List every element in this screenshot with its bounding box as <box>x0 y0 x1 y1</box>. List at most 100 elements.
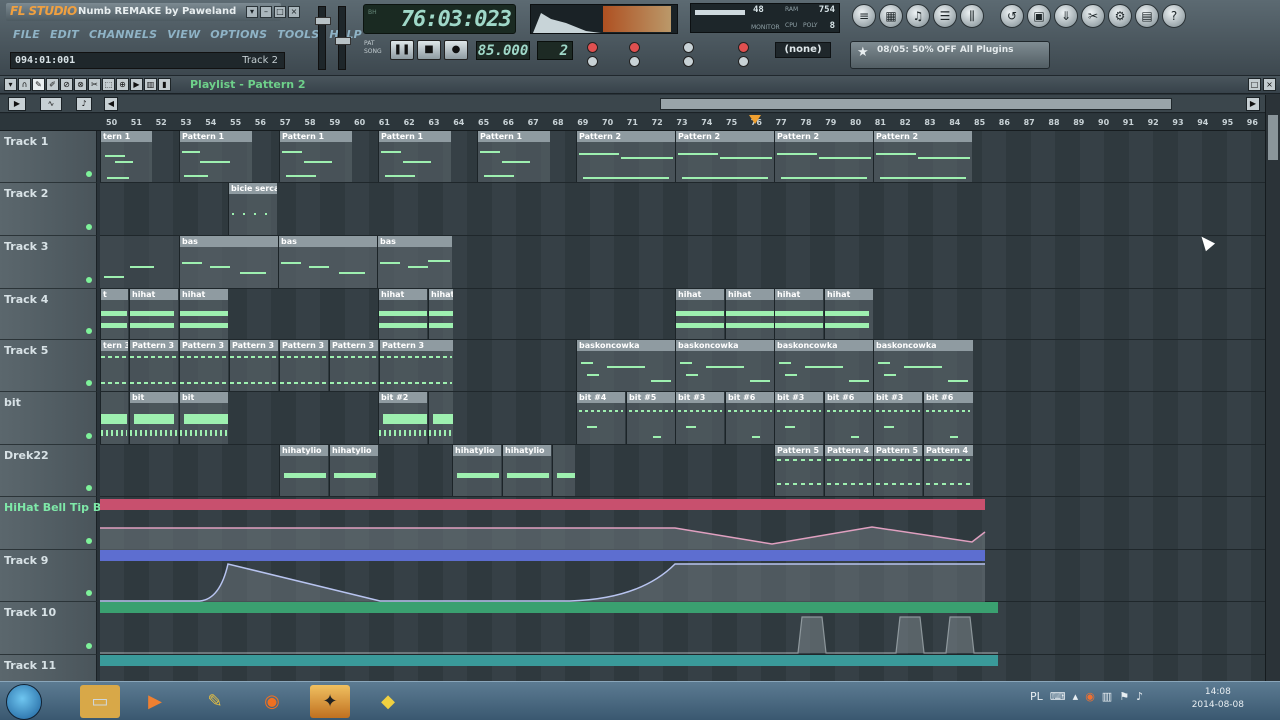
snap-icon[interactable]: ∩ <box>18 78 31 91</box>
system-clock[interactable]: 14:08 2014-08-08 <box>1192 686 1244 712</box>
step-edit-icon[interactable] <box>683 42 694 53</box>
pattern-clip[interactable]: hihat <box>129 289 178 339</box>
track-lane[interactable]: tern 1 Pattern 1 Pattern 1 Pattern 1 Pat… <box>100 131 1265 183</box>
vertical-scrollbar[interactable] <box>1265 95 1280 681</box>
menu-edit[interactable]: EDIT <box>47 26 82 43</box>
close-icon[interactable]: × <box>1263 78 1276 91</box>
media-player-icon[interactable]: ▶ <box>135 685 175 718</box>
track-header[interactable]: Track 3 <box>0 236 97 289</box>
settings-icon[interactable]: ⚙ <box>1108 4 1132 28</box>
pause-button[interactable]: ❚❚ <box>390 40 414 60</box>
playback-icon[interactable]: ▶ <box>130 78 143 91</box>
app-icon[interactable]: ◆ <box>368 685 408 718</box>
draw-icon[interactable]: ✎ <box>32 78 45 91</box>
clip-source-icon[interactable]: ▮ <box>158 78 171 91</box>
pattern-clip[interactable]: Pattern 2 <box>774 131 873 182</box>
pattern-clip[interactable]: bit #2 <box>378 392 427 444</box>
pattern-clip[interactable]: Pattern 5 <box>774 445 823 496</box>
pattern-clip[interactable]: bit #4 <box>576 392 625 444</box>
pattern-clip[interactable] <box>552 445 575 496</box>
pattern-selector[interactable]: 2 <box>537 41 573 60</box>
master-volume-slider[interactable] <box>315 6 331 70</box>
master-pitch-slider[interactable] <box>335 6 351 70</box>
pattern-clip[interactable]: Pattern 2 <box>873 131 972 182</box>
track-led-icon[interactable] <box>86 224 92 230</box>
pattern-clip[interactable]: baskoncowka <box>576 340 675 391</box>
pattern-clip[interactable]: hihat <box>179 289 228 339</box>
playlist-title[interactable]: Playlist - Pattern 2 <box>190 78 306 91</box>
track-led-icon[interactable] <box>86 433 92 439</box>
pattern-clip[interactable]: baskoncowka <box>774 340 873 391</box>
pattern-clip[interactable]: baskoncowka <box>675 340 774 391</box>
step-sequencer-icon[interactable]: ▦ <box>879 4 903 28</box>
pattern-clip[interactable]: Pattern 3 <box>379 340 453 391</box>
pattern-picker[interactable]: (none) <box>775 42 831 58</box>
firefox-icon[interactable]: ◉ <box>252 685 292 718</box>
pattern-clip[interactable]: bas <box>377 236 452 288</box>
network-icon[interactable]: ▥ <box>1102 690 1112 703</box>
pattern-clip[interactable]: bicie serca <box>228 183 277 235</box>
volume-icon[interactable]: ♪ <box>1136 690 1143 703</box>
pattern-clip[interactable]: Pattern 1 <box>378 131 451 182</box>
pattern-clip[interactable]: bit #6 <box>824 392 873 444</box>
track-led-icon[interactable] <box>86 380 92 386</box>
pattern-clip[interactable]: hihat <box>378 289 427 339</box>
pattern-clip[interactable]: Pattern 1 <box>279 131 352 182</box>
pattern-clip[interactable]: bas <box>278 236 377 288</box>
scroll-right-icon[interactable]: ▶ <box>1246 97 1260 111</box>
pattern-clip[interactable]: bas <box>179 236 278 288</box>
pattern-clip[interactable]: bit #3 <box>873 392 922 444</box>
record-button[interactable]: ● <box>444 40 468 60</box>
pattern-clip[interactable]: bit #3 <box>675 392 724 444</box>
track-lane[interactable]: tern 3 Pattern 3 Pattern 3 Pattern 3 Pat… <box>100 340 1265 392</box>
track-lane[interactable]: hihatylio hihatylio hihatylio hihatylio … <box>100 445 1265 497</box>
track-led-icon[interactable] <box>86 485 92 491</box>
metronome-icon[interactable] <box>587 56 598 67</box>
minimize-icon[interactable]: – <box>260 6 272 18</box>
cut-icon[interactable]: ✂ <box>1081 4 1105 28</box>
track-header[interactable]: Track 11 <box>0 655 97 681</box>
pat-song-switch[interactable]: PAT SONG <box>364 40 382 56</box>
pattern-clip[interactable]: hihatylio <box>502 445 551 496</box>
pattern-clip[interactable]: hihatylio <box>452 445 501 496</box>
track-header[interactable]: Track 4 <box>0 289 97 340</box>
pattern-clip[interactable]: hihatylio <box>329 445 378 496</box>
keyboard-icon[interactable]: ⌨ <box>1050 690 1066 703</box>
pattern-clip[interactable]: Pattern 2 <box>675 131 774 182</box>
pattern-clip[interactable]: Pattern 3 <box>279 340 328 391</box>
track-led-icon[interactable] <box>86 643 92 649</box>
pattern-clip[interactable]: Pattern 3 <box>329 340 378 391</box>
mute-icon[interactable]: ⊗ <box>74 78 87 91</box>
explorer-icon[interactable]: ▭ <box>80 685 120 718</box>
pattern-clip[interactable]: tern 3 <box>100 340 128 391</box>
pattern-clip[interactable]: hihat <box>774 289 823 339</box>
fl-studio-taskbar-icon[interactable]: ✦ <box>310 685 350 718</box>
pattern-clip[interactable]: Pattern 2 <box>576 131 675 182</box>
track-header[interactable]: bit <box>0 392 97 445</box>
pattern-clip[interactable]: hihat <box>675 289 724 339</box>
playhead-marker-icon[interactable] <box>749 115 761 124</box>
track-header[interactable]: Track 5 <box>0 340 97 392</box>
scroll-left-icon[interactable]: ◀ <box>104 97 118 111</box>
track-lane[interactable] <box>100 602 1265 655</box>
browser-icon[interactable]: ☰ <box>933 4 957 28</box>
start-button[interactable] <box>6 684 42 720</box>
pattern-clip[interactable] <box>428 392 453 444</box>
countdown-icon[interactable] <box>629 42 640 53</box>
wait-input-icon[interactable] <box>629 56 640 67</box>
horizontal-scroll-thumb[interactable] <box>660 98 1172 110</box>
track-led-icon[interactable] <box>86 277 92 283</box>
pattern-clip[interactable]: Pattern 1 <box>179 131 252 182</box>
pattern-clip[interactable]: bit #3 <box>774 392 823 444</box>
pattern-clip[interactable]: baskoncowka <box>873 340 973 391</box>
maximize-icon[interactable]: □ <box>1248 78 1261 91</box>
track-lane[interactable] <box>100 550 1265 602</box>
track-header[interactable]: Track 9 <box>0 550 97 602</box>
track-led-icon[interactable] <box>86 538 92 544</box>
menu-channels[interactable]: CHANNELS <box>86 26 160 43</box>
track-lane[interactable] <box>100 497 1265 550</box>
pattern-clip[interactable]: hihat <box>824 289 873 339</box>
close-icon[interactable]: × <box>288 6 300 18</box>
automation-curve[interactable] <box>100 613 1000 655</box>
song-time-display[interactable]: BH 76:03:023 <box>363 4 516 34</box>
